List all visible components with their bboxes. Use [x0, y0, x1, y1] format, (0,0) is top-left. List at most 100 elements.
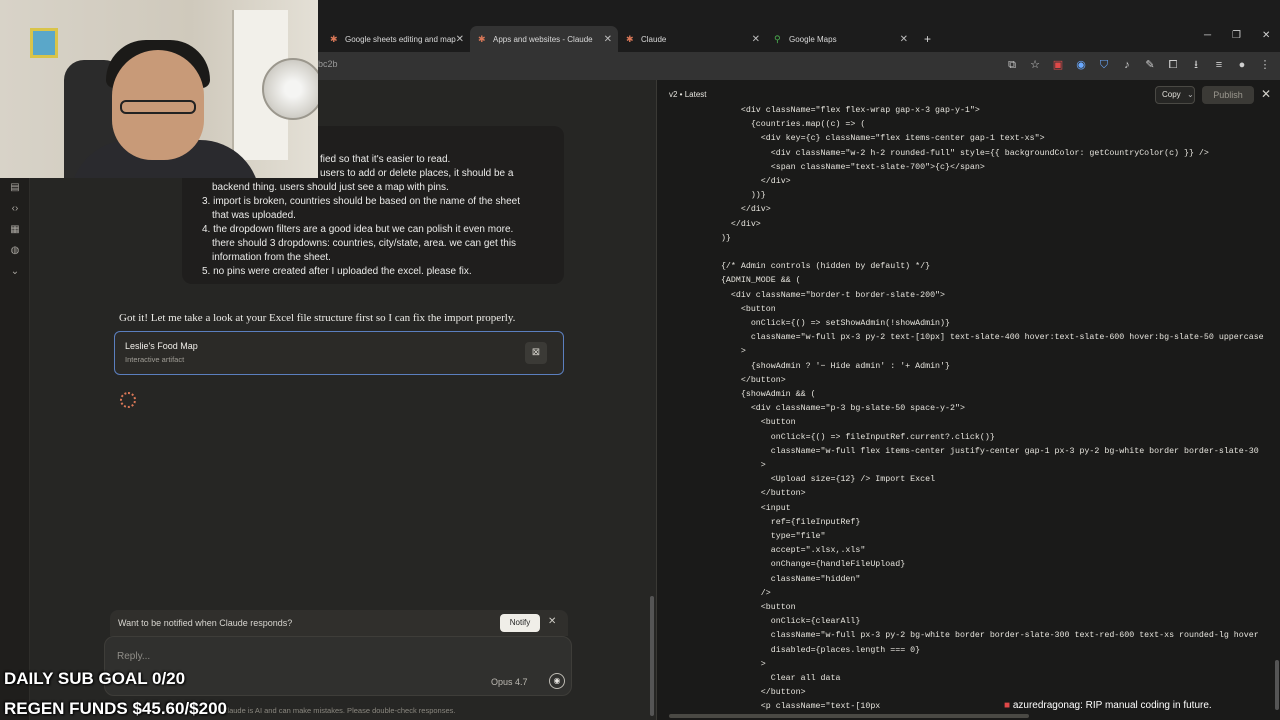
publish-button[interactable]: Publish: [1202, 86, 1254, 104]
code-line: {showAdmin ? '− Hide admin' : '+ Admin'}: [711, 361, 950, 371]
tab-label: Apps and websites - Claude: [493, 34, 593, 44]
code-line: </div>: [711, 177, 791, 186]
shield-icon[interactable]: ⛉: [1097, 58, 1111, 72]
regen-funds-overlay: REGEN FUNDS $45.60/$200: [4, 699, 227, 718]
code-line: <button: [711, 418, 796, 428]
code-line: <button: [711, 304, 776, 314]
notify-prompt: Want to be notified when Claude responds…: [118, 618, 293, 628]
close-icon[interactable]: ✕: [900, 34, 908, 45]
code-line: onClick={clearAll}: [711, 617, 861, 627]
loading-spinner-icon: [120, 392, 136, 408]
close-window-icon[interactable]: ✕: [1262, 30, 1270, 41]
code-line: className="w-full px-3 py-2 bg-white bor…: [711, 631, 1259, 641]
message-line: 3. import is broken, countries should be…: [202, 196, 520, 207]
code-line: <div className="p-3 bg-slate-50 space-y-…: [711, 404, 965, 414]
message-line: there should 3 dropdowns: countries, cit…: [212, 238, 517, 249]
extension-icons: ⧉ ☆ ▣ ◉ ⛉ ♪ ✎ ⧠ ⭳ ≡ ● ⋮: [1005, 58, 1272, 72]
code-line: <p className="text-[10px: [711, 702, 881, 712]
code-line: >: [711, 461, 766, 470]
code-vertical-scrollbar[interactable]: [1275, 660, 1279, 710]
puzzle-icon[interactable]: ⧠: [1166, 58, 1180, 72]
tab-strip: ✱ Google sheets editing and map ✕ ✱ Apps…: [318, 26, 1280, 52]
artifact-card[interactable]: Leslie's Food Map Interactive artifact ⊠: [114, 331, 564, 375]
artifacts-icon[interactable]: ◍: [9, 245, 21, 257]
notify-button[interactable]: Notify: [500, 614, 540, 632]
download-icon[interactable]: ⭳: [1189, 58, 1203, 72]
code-line: accept=".xlsx,.xls": [711, 546, 866, 556]
code-line: onChange={handleFileUpload}: [711, 560, 906, 570]
artifact-code-panel: v2 • Latest Copy ⌄ Publish ✕ <div classN…: [656, 80, 1280, 720]
menu-kebab-icon[interactable]: ⋮: [1258, 58, 1272, 72]
code-line: <Upload size={12} /> Import Excel: [711, 475, 936, 485]
message-line: information from the sheet.: [212, 252, 331, 263]
message-line: users to add or delete places, it should…: [320, 168, 514, 179]
artifact-subtitle: Interactive artifact: [125, 355, 185, 364]
pen-icon[interactable]: ✎: [1143, 58, 1157, 72]
code-line: <span className="text-slate-700">{c}</sp…: [711, 162, 985, 172]
code-line: onClick={() => setShowAdmin(!showAdmin)}: [711, 319, 950, 328]
close-icon[interactable]: ✕: [548, 616, 556, 627]
code-line: disabled={places.length === 0}: [711, 645, 921, 655]
extension-red-icon[interactable]: ▣: [1051, 58, 1065, 72]
close-icon[interactable]: ✕: [604, 34, 612, 45]
chat-badge-icon: ■: [1004, 700, 1011, 711]
code-line: </button>: [711, 489, 806, 499]
version-label[interactable]: v2 • Latest: [669, 90, 707, 99]
chevron-down-icon[interactable]: ⌄: [1187, 90, 1194, 99]
chat-scrollbar[interactable]: [650, 596, 654, 716]
code-line: className="w-full flex items-center just…: [711, 446, 1259, 456]
tab-apps-and-websites[interactable]: ✱ Apps and websites - Claude ✕: [470, 26, 618, 52]
code-line: <div className="w-2 h-2 rounded-full" st…: [711, 148, 1209, 158]
reply-placeholder: Reply...: [117, 651, 151, 662]
address-bar[interactable]: bc2b: [318, 59, 338, 69]
window-titlebar: [318, 0, 1280, 26]
tab-google-maps[interactable]: ⚲ Google Maps ✕: [766, 26, 914, 52]
stream-chat-message: ■ azuredragonag: RIP manual coding in fu…: [1004, 700, 1212, 711]
code-line: </div>: [711, 205, 771, 215]
chats-icon[interactable]: ▤: [9, 182, 21, 194]
extension-blue-icon[interactable]: ◉: [1074, 58, 1088, 72]
glasses: [120, 100, 196, 114]
close-icon[interactable]: ✕: [752, 34, 760, 45]
code-view[interactable]: <div className="flex flex-wrap gap-x-3 g…: [657, 104, 1280, 714]
code-icon[interactable]: ‹›: [9, 203, 21, 215]
close-icon[interactable]: ✕: [456, 34, 464, 45]
code-horizontal-scrollbar[interactable]: [669, 714, 1029, 718]
claude-icon: ✱: [626, 33, 634, 44]
sliders-icon[interactable]: ≡: [1212, 58, 1226, 72]
install-icon[interactable]: ⧉: [1005, 58, 1019, 72]
code-line: className="w-full px-3 py-2 text-[10px] …: [711, 333, 1264, 343]
browser-toolbar: bc2b ⧉ ☆ ▣ ◉ ⛉ ♪ ✎ ⧠ ⭳ ≡ ● ⋮: [318, 52, 1280, 80]
tab-google-sheets[interactable]: ✱ Google sheets editing and map ✕: [322, 26, 470, 52]
close-icon[interactable]: ✕: [1261, 87, 1271, 101]
code-line: )}: [711, 233, 731, 243]
sub-goal-overlay: DAILY SUB GOAL 0/20: [4, 669, 186, 688]
speaker-icon[interactable]: ♪: [1120, 58, 1134, 72]
map-pin-icon: ⚲: [774, 33, 781, 44]
code-line: <div className="flex flex-wrap gap-x-3 g…: [711, 106, 980, 115]
tab-label: Google Maps: [789, 34, 837, 44]
tab-claude[interactable]: ✱ Claude ✕: [618, 26, 766, 52]
message-line: 4. the dropdown filters are a good idea …: [202, 224, 514, 235]
minimize-icon[interactable]: ─: [1204, 30, 1211, 41]
claude-icon: ✱: [330, 33, 338, 44]
bookmark-star-icon[interactable]: ☆: [1028, 58, 1042, 72]
code-line: className="hidden": [711, 574, 861, 584]
profile-avatar-icon[interactable]: ●: [1235, 58, 1249, 72]
code-line: <div className="border-t border-slate-20…: [711, 290, 946, 300]
voice-mode-icon[interactable]: ◉: [549, 673, 565, 689]
code-line: {/* Admin controls (hidden by default) *…: [711, 262, 931, 272]
restore-icon[interactable]: ❐: [1232, 30, 1241, 41]
chevron-down-icon[interactable]: ⌄: [9, 266, 21, 278]
artifact-title: Leslie's Food Map: [125, 341, 198, 351]
code-line: {ADMIN_MODE && (: [711, 276, 801, 286]
model-selector[interactable]: Opus 4.7: [491, 677, 528, 687]
code-line: </div>: [711, 219, 761, 229]
message-line: backend thing. users should just see a m…: [212, 182, 449, 193]
chat-username: azuredragonag:: [1012, 700, 1083, 711]
new-tab-button[interactable]: +: [916, 26, 936, 52]
code-line: Clear all data: [711, 674, 841, 683]
wall-picture: [30, 28, 58, 58]
code-line: {countries.map((c) => (: [711, 120, 866, 130]
projects-icon[interactable]: ▦: [9, 224, 21, 236]
